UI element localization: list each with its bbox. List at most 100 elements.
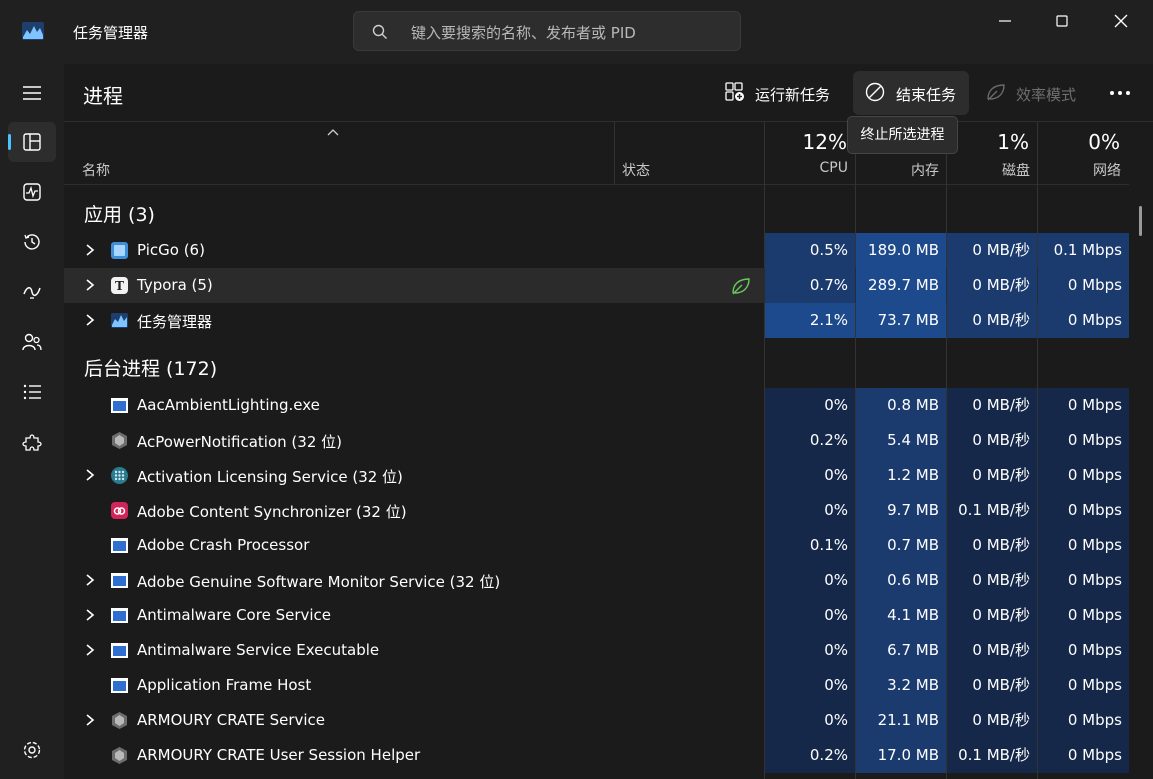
process-net-value: 0 Mbps — [1038, 703, 1129, 738]
search-input[interactable]: 键入要搜索的名称、发布者或 PID — [353, 11, 741, 51]
process-disk-value: 0 MB/秒 — [947, 303, 1037, 338]
end-task-tooltip: 终止所选进程 — [847, 116, 958, 154]
efficiency-mode-button[interactable]: 效率模式 — [975, 71, 1090, 115]
group-header-apps: 应用 (3) — [84, 204, 155, 226]
services-puzzle-icon — [22, 434, 42, 451]
process-mem-value: 0.7 MB — [856, 528, 946, 563]
process-cpu-value: 0% — [765, 703, 855, 738]
process-mem-value: 1.2 MB — [856, 458, 946, 493]
process-cpu-value: 2.1% — [765, 303, 855, 338]
chevron-right-icon[interactable] — [84, 468, 96, 482]
settings-gear-icon — [23, 741, 41, 759]
process-mem-value: 17.0 MB — [856, 738, 946, 773]
process-cpu-value: 0% — [765, 458, 855, 493]
efficiency-leaf-icon — [987, 84, 1005, 101]
run-new-task-label: 运行新任务 — [755, 86, 831, 104]
column-cpu[interactable]: CPU — [765, 160, 848, 176]
process-row[interactable]: Activation Licensing Service (32 位) 0% 1.2… — [64, 458, 1129, 493]
globe-icon — [110, 466, 129, 485]
sidebar-item-performance[interactable] — [8, 172, 56, 212]
sidebar-item-settings[interactable] — [8, 730, 56, 770]
process-name: AacAmbientLighting.exe — [137, 396, 320, 414]
sidebar-item-details[interactable] — [8, 372, 56, 412]
process-row[interactable]: Antimalware Service Executable 0% 6.7 MB 0 … — [64, 633, 1129, 668]
process-name: Application Frame Host — [137, 676, 312, 694]
chevron-right-icon[interactable] — [84, 608, 96, 622]
maximize-icon[interactable] — [1051, 10, 1073, 32]
menu-toggle-button[interactable] — [8, 73, 56, 113]
process-disk-value: 0 MB/秒 — [947, 388, 1037, 423]
sidebar-item-services[interactable] — [8, 422, 56, 462]
chevron-right-icon[interactable] — [84, 278, 96, 292]
process-mem-value: 3.2 MB — [856, 668, 946, 703]
process-mem-value: 9.7 MB — [856, 493, 946, 528]
typora-icon: T — [110, 276, 129, 295]
column-memory[interactable]: 内存 — [856, 160, 939, 180]
column-status[interactable]: 状态 — [622, 160, 650, 180]
efficiency-leaf-icon — [732, 278, 750, 295]
process-row[interactable]: Adobe Genuine Software Monitor Service (… — [64, 563, 1129, 598]
window-app-icon — [110, 571, 129, 590]
process-name: Activation Licensing Service (32 位) — [137, 468, 403, 486]
search-icon — [372, 24, 387, 39]
page-title: 进程 — [83, 84, 123, 108]
process-disk-value: 0 MB/秒 — [947, 633, 1037, 668]
cpu-total: 12% — [802, 130, 847, 154]
process-net-value: 0 Mbps — [1038, 458, 1129, 493]
process-row[interactable]: ARMOURY CRATE Service 0% 21.1 MB 0 MB/秒 0 Mb… — [64, 703, 1129, 738]
process-row[interactable]: AacAmbientLighting.exe 0% 0.8 MB 0 MB/秒 0 Mb… — [64, 388, 1129, 423]
process-cpu-value: 0% — [765, 633, 855, 668]
process-row[interactable]: PicGo (6) 0.5% 189.0 MB 0 MB/秒 0.1 Mbps — [64, 233, 1129, 268]
process-net-value: 0 Mbps — [1038, 598, 1129, 633]
sidebar-item-processes[interactable] — [8, 122, 56, 162]
process-disk-value: 0 MB/秒 — [947, 563, 1037, 598]
sidebar-item-app-history[interactable] — [8, 222, 56, 262]
picgo-icon — [110, 241, 129, 260]
process-disk-value: 0 MB/秒 — [947, 458, 1037, 493]
column-network[interactable]: 网络 — [1038, 160, 1121, 180]
adobe-cc-icon — [110, 501, 129, 520]
process-mem-value: 0.6 MB — [856, 563, 946, 598]
process-name: Adobe Genuine Software Monitor Service (… — [137, 573, 501, 591]
process-disk-value: 0 MB/秒 — [947, 598, 1037, 633]
column-name[interactable]: 名称 — [82, 160, 110, 180]
column-disk[interactable]: 磁盘 — [947, 160, 1030, 180]
close-icon[interactable] — [1110, 10, 1132, 32]
chevron-right-icon[interactable] — [84, 573, 96, 587]
process-row[interactable]: T Typora (5) 0.7% 289.7 MB 0 MB/秒 0 Mbps — [64, 268, 1129, 303]
startup-icon — [23, 287, 41, 299]
toolbar-divider — [64, 121, 1153, 122]
process-mem-value: 73.7 MB — [856, 303, 946, 338]
armoury-icon — [110, 711, 129, 730]
more-options-button[interactable] — [1102, 71, 1138, 115]
chevron-right-icon[interactable] — [84, 243, 96, 257]
chevron-right-icon[interactable] — [84, 643, 96, 657]
process-name: 任务管理器 — [137, 313, 213, 331]
window-title: 任务管理器 — [73, 24, 149, 42]
process-name: AcPowerNotification (32 位) — [137, 433, 342, 451]
process-row[interactable]: Adobe Content Synchronizer (32 位) 0% 9.7 M… — [64, 493, 1129, 528]
process-net-value: 0.1 Mbps — [1038, 233, 1129, 268]
sidebar-item-users[interactable] — [8, 322, 56, 362]
chevron-right-icon[interactable] — [84, 713, 96, 727]
vertical-scrollbar[interactable] — [1139, 206, 1142, 236]
disk-total: 1% — [997, 130, 1029, 154]
minimize-icon[interactable] — [994, 10, 1016, 32]
process-row[interactable]: Antimalware Core Service 0% 4.1 MB 0 MB/秒 0 … — [64, 598, 1129, 633]
process-name: Antimalware Service Executable — [137, 641, 380, 659]
process-row[interactable]: Adobe Crash Processor 0.1% 0.7 MB 0 MB/秒 0 M… — [64, 528, 1129, 563]
chevron-right-icon[interactable] — [84, 313, 96, 327]
process-cpu-value: 0% — [765, 388, 855, 423]
process-row[interactable]: AcPowerNotification (32 位) 0.2% 5.4 MB 0 MB… — [64, 423, 1129, 458]
end-task-button[interactable]: 结束任务 — [853, 71, 969, 115]
run-new-task-button[interactable]: 运行新任务 — [714, 71, 839, 115]
process-net-value: 0 Mbps — [1038, 268, 1129, 303]
process-row[interactable]: Application Frame Host 0% 3.2 MB 0 MB/秒 0 Mb… — [64, 668, 1129, 703]
sidebar-item-startup-apps[interactable] — [8, 272, 56, 312]
process-disk-value: 0 MB/秒 — [947, 668, 1037, 703]
process-cpu-value: 0.5% — [765, 233, 855, 268]
process-row[interactable]: 任务管理器 2.1% 73.7 MB 0 MB/秒 0 Mbps — [64, 303, 1129, 338]
process-mem-value: 0.8 MB — [856, 388, 946, 423]
process-row[interactable]: ARMOURY CRATE User Session Helper 0.2% 17.… — [64, 738, 1129, 773]
process-net-value: 0 Mbps — [1038, 528, 1129, 563]
